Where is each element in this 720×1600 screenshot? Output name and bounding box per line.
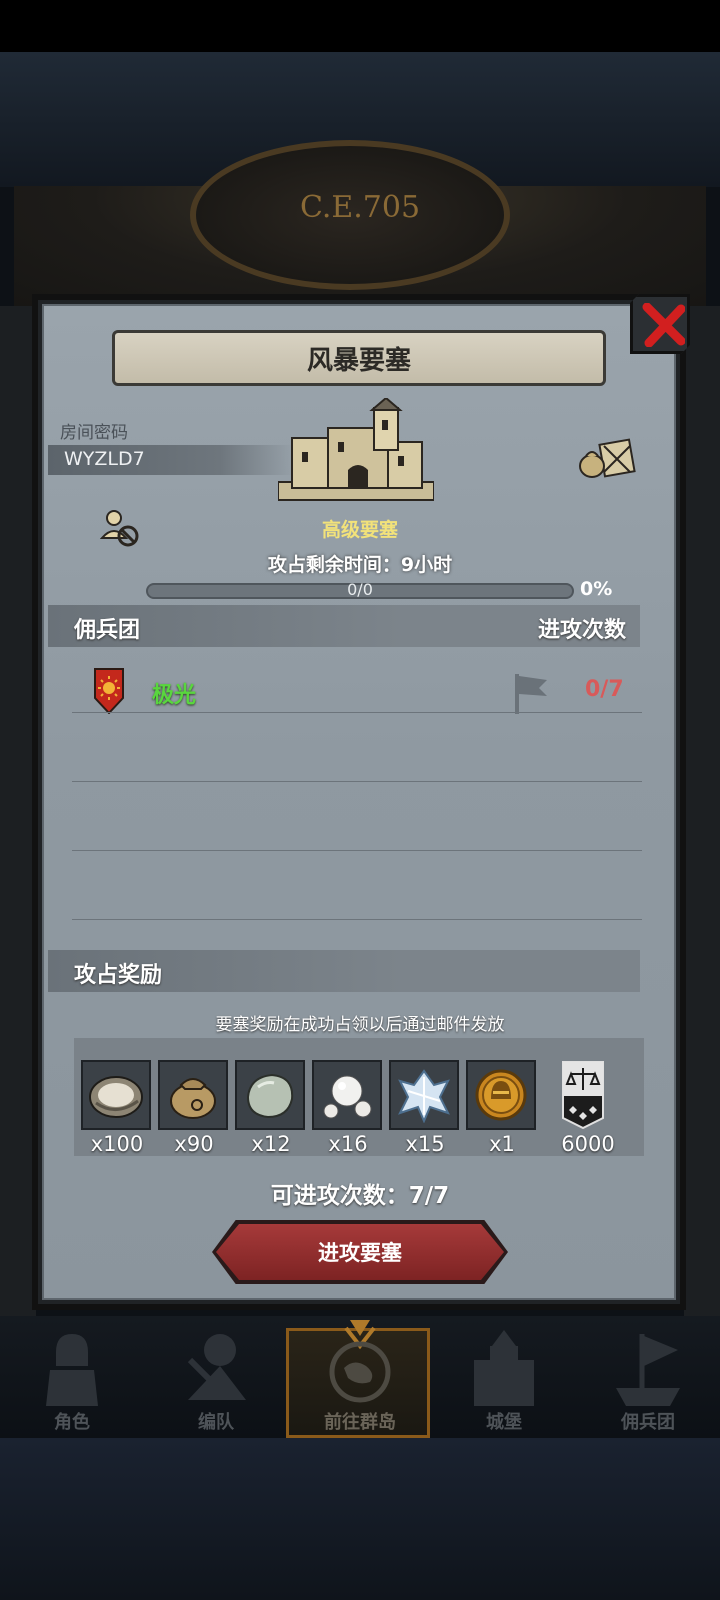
close-icon (642, 303, 685, 347)
reward-quantity: x100 (90, 1132, 144, 1156)
dialog-title: 风暴要塞 (306, 345, 411, 376)
close-button[interactable] (630, 294, 690, 354)
progress-percent: 0% (580, 578, 613, 600)
nav-label-formation: 编队 (198, 1412, 234, 1433)
nav-label-castle: 城堡 (486, 1412, 522, 1433)
room-code-label: 房间密码 (60, 423, 128, 443)
loot-bag-crate-icon[interactable] (578, 436, 636, 480)
remaining-attempts: 可进攻次数：7/7 (270, 1183, 450, 1209)
reward-quantity: x1 (489, 1132, 515, 1156)
reward-quantity: x15 (405, 1132, 445, 1156)
mercenary-header: 佣兵团 (74, 618, 141, 643)
formation-icon (187, 1334, 246, 1400)
fortress-castle-icon (278, 398, 434, 501)
reward-item[interactable]: x1 (466, 1060, 538, 1156)
reward-header: 攻占奖励 (74, 963, 163, 988)
castle-icon (474, 1330, 534, 1406)
attack-fortress-button[interactable]: 进攻要塞 (216, 1224, 504, 1280)
oyster-icon (89, 1076, 143, 1118)
era-label: C.E.705 (299, 190, 421, 225)
island-compass-icon (329, 1320, 391, 1403)
nav-label-mercenary: 佣兵团 (621, 1412, 675, 1433)
row-divider (72, 712, 642, 713)
reward-item[interactable]: 6000 (548, 1060, 620, 1156)
progress-text: 0/0 (347, 580, 373, 599)
reward-quantity: x90 (174, 1132, 214, 1156)
reward-item[interactable]: x100 (81, 1060, 153, 1156)
reward-quantity: 6000 (561, 1132, 615, 1156)
room-code-value[interactable]: WYZLD7 (64, 448, 145, 470)
attack-fortress-button-label: 进攻要塞 (318, 1241, 402, 1265)
no-member-icon[interactable] (100, 506, 142, 548)
row-divider (72, 919, 642, 920)
row-divider (72, 781, 642, 782)
bottom-background (0, 1438, 720, 1600)
background-right-edge (684, 306, 720, 1316)
reward-item[interactable]: x12 (235, 1060, 307, 1156)
mercenary-attack-count: 0/7 (585, 677, 624, 702)
helmet-coin-icon (475, 1069, 527, 1121)
remaining-time: 攻占剩余时间：9小时 (267, 554, 453, 576)
dialog-title-scroll: 风暴要塞 (112, 330, 606, 386)
sun-shield-icon (94, 668, 124, 714)
ship-banner-icon (616, 1334, 680, 1406)
reward-item[interactable]: x16 (312, 1060, 384, 1156)
flag-icon (515, 674, 547, 714)
status-bar (0, 0, 720, 52)
nav-label-islands: 前往群岛 (324, 1412, 396, 1433)
sack-icon (170, 1078, 216, 1119)
reward-item[interactable]: x90 (158, 1060, 230, 1156)
attack-count-header: 进攻次数 (538, 618, 627, 643)
reward-quantity: x12 (251, 1132, 291, 1156)
reward-quantity: x16 (328, 1132, 368, 1156)
crystal-icon (398, 1069, 450, 1123)
nav-label-character: 角色 (54, 1412, 90, 1433)
justice-banner-icon (562, 1061, 604, 1130)
row-divider (72, 850, 642, 851)
reward-item[interactable]: x15 (389, 1060, 461, 1156)
background-left-edge (0, 306, 36, 1316)
stone-icon (246, 1073, 294, 1119)
mercenary-name[interactable]: 极光 (152, 677, 196, 709)
reward-note: 要塞奖励在成功占领以后通过邮件发放 (215, 1015, 505, 1035)
knight-icon (46, 1334, 98, 1406)
pearl-icon (323, 1075, 372, 1119)
